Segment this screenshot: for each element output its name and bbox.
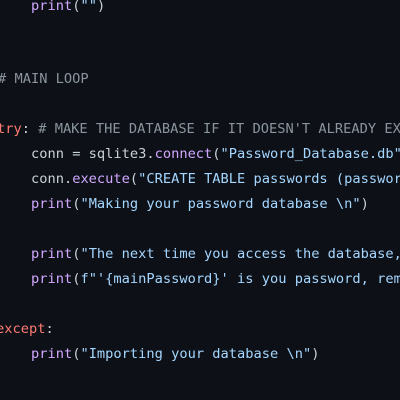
- code-text: conn = sqlite3.: [31, 146, 155, 162]
- function-name: print: [31, 246, 73, 262]
- code-text: conn.: [31, 171, 73, 187]
- code-editor[interactable]: print("") # MAIN LOOP try: # MAKE THE DA…: [0, 0, 400, 400]
- paren: (: [129, 171, 139, 187]
- string-literal: "CREATE TABLE passwords (passwor: [138, 171, 400, 187]
- code-line-print-next-time: print("The next time you access the data…: [31, 244, 400, 264]
- code-line-connect: conn = sqlite3.connect("Password_Databas…: [31, 144, 400, 164]
- code-line-print-importing: print("Importing your database \n"): [31, 344, 319, 364]
- code-line-print-empty: print(""): [31, 0, 105, 16]
- function-name: execute: [72, 171, 130, 187]
- code-line-except: except:: [0, 319, 54, 339]
- keyword-except: except: [0, 321, 46, 337]
- comment: # MAIN LOOP: [0, 71, 89, 87]
- function-name: connect: [154, 146, 213, 162]
- colon: :: [21, 121, 30, 137]
- paren: ): [96, 0, 106, 14]
- string-literal: "Making your password database \n": [80, 196, 361, 212]
- paren: ): [360, 196, 369, 212]
- function-name: print: [31, 346, 73, 362]
- paren: ): [311, 346, 320, 362]
- code-line-print-main-password: print(f"'{mainPassword}' is you password…: [31, 269, 400, 289]
- function-name: print: [31, 0, 73, 14]
- colon: :: [45, 321, 54, 337]
- string-literal: "Password_Database.db": [220, 146, 400, 162]
- keyword-try: try: [0, 121, 22, 137]
- code-line-main-loop-comment: # MAIN LOOP: [0, 69, 89, 89]
- comment: # MAKE THE DATABASE IF IT DOESN'T ALREAD…: [29, 121, 400, 137]
- code-line-execute: conn.execute("CREATE TABLE passwords (pa…: [31, 169, 400, 189]
- code-line-try: try: # MAKE THE DATABASE IF IT DOESN'T A…: [0, 119, 400, 139]
- function-name: print: [31, 271, 73, 287]
- string-literal: "": [80, 0, 97, 14]
- function-name: print: [31, 196, 73, 212]
- paren: (: [212, 146, 221, 162]
- code-line-print-making: print("Making your password database \n"…: [31, 194, 369, 214]
- string-literal: "The next time you access the database,: [80, 246, 400, 262]
- string-literal: f"'{mainPassword}' is you password, rem: [80, 271, 400, 287]
- string-literal: "Importing your database \n": [80, 346, 312, 362]
